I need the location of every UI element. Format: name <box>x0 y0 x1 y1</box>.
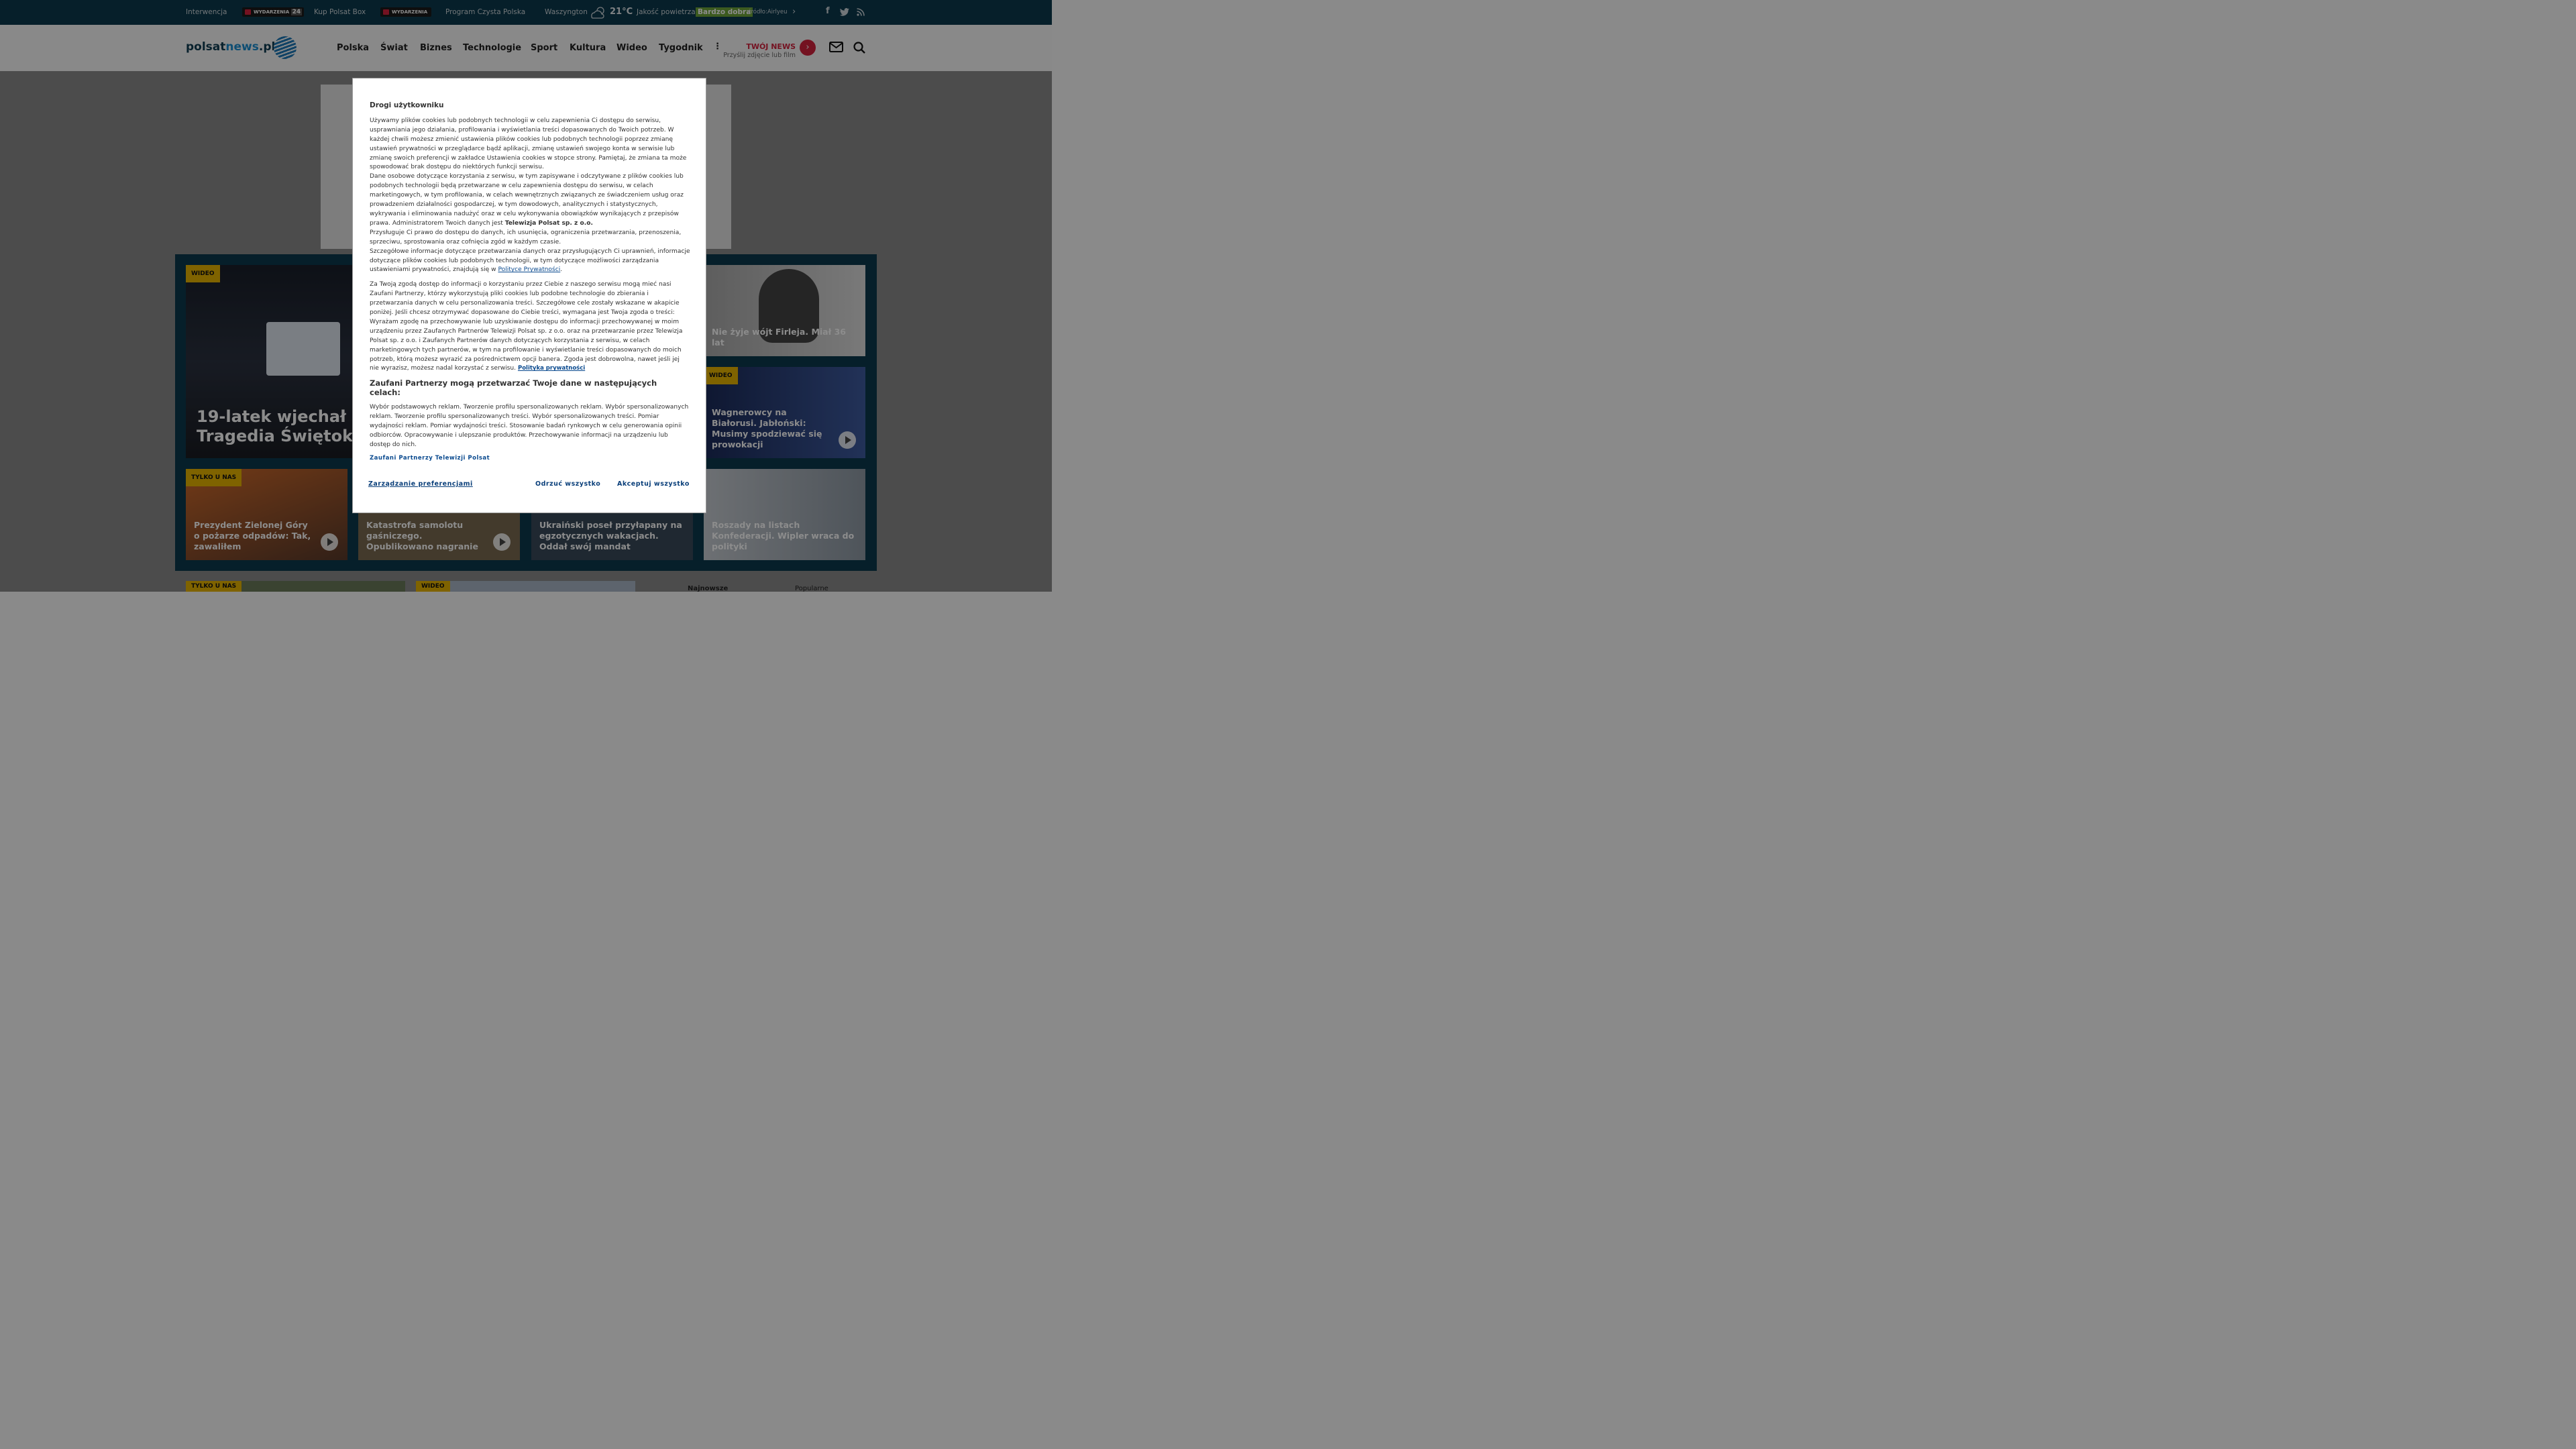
trusted-partners-link[interactable]: Zaufani Partnerzy Telewizji Polsat <box>370 455 490 462</box>
modal-subtitle: Zaufani Partnerzy mogą przetwarzać Twoje… <box>370 378 657 398</box>
modal-p2-bold: Telewizja Polsat sp. z o.o. <box>504 219 593 227</box>
privacy-policy-link[interactable]: Polityce Prywatności <box>498 266 560 273</box>
accept-all-button[interactable]: Akceptuj wszystko <box>617 480 690 488</box>
modal-paragraph-4: Szczegółowe informacje dotyczące przetwa… <box>370 248 690 274</box>
modal-paragraph-6: Wybór podstawowych reklam. Tworzenie pro… <box>370 404 689 448</box>
modal-paragraph-5: Za Twoją zgodą dostęp do informacji o ko… <box>370 280 690 374</box>
modal-paragraph-1: Używamy plików cookies lub podobnych tec… <box>370 117 687 171</box>
reject-all-button[interactable]: Odrzuć wszystko <box>535 480 600 488</box>
cookie-consent-dialog: Drogi użytkowniku Używamy plików cookies… <box>352 78 707 514</box>
modal-title: Drogi użytkowniku <box>370 101 444 110</box>
modal-p2-text: Dane osobowe dotyczące korzystania z ser… <box>370 173 684 227</box>
modal-paragraph-2: Dane osobowe dotyczące korzystania z ser… <box>370 172 690 228</box>
privacy-policy-link-2[interactable]: Polityka prywatności <box>518 365 585 372</box>
modal-paragraph-3: Przysługuje Ci prawo do dostępu do danyc… <box>370 229 682 246</box>
modal-p5-text: Za Twoją zgodą dostęp do informacji o ko… <box>370 281 683 372</box>
manage-preferences-button[interactable]: Zarządzanie preferencjami <box>368 480 473 488</box>
